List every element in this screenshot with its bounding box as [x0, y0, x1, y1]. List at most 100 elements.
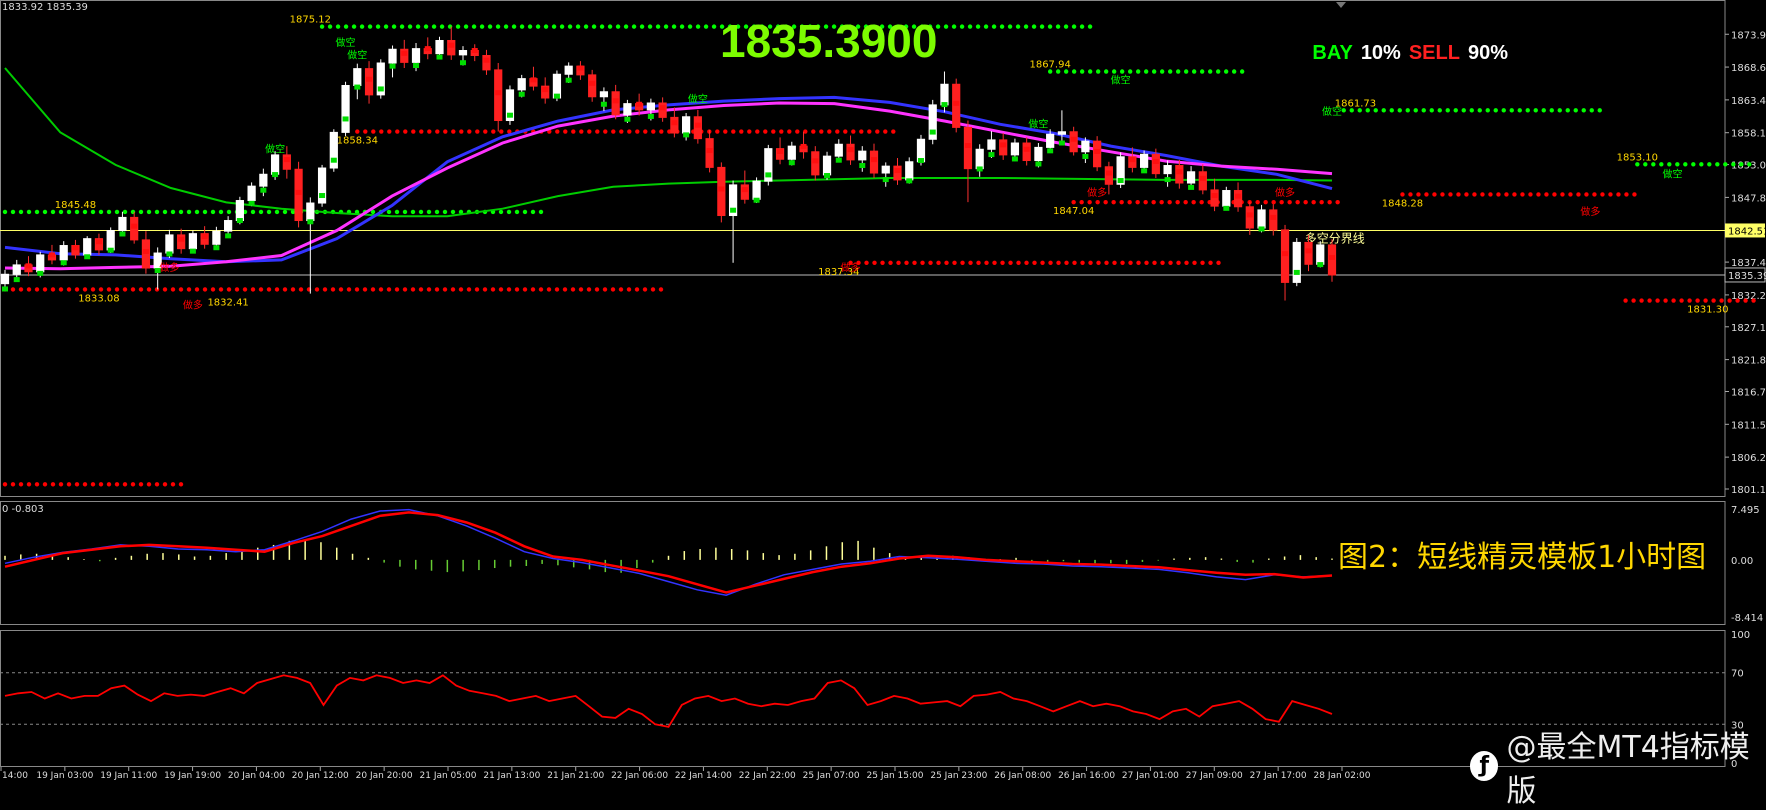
trend-ribbon-block: [1329, 254, 1335, 260]
trend-ribbon-block: [131, 223, 138, 229]
support-dot: [443, 129, 448, 134]
support-dot: [66, 482, 72, 487]
support-dot: [122, 287, 128, 292]
resistance-dot: [434, 209, 440, 215]
resistance-dot: [1509, 108, 1514, 113]
candle-body: [517, 78, 526, 91]
trend-ribbon-block: [1035, 161, 1042, 167]
trend-ribbon-block: [272, 172, 279, 178]
resistance-dot: [407, 24, 413, 29]
resistance-dot: [282, 209, 288, 215]
support-dot: [1647, 298, 1652, 303]
support-dot: [459, 129, 464, 134]
support-dot: [618, 287, 624, 292]
resistance-dot: [98, 209, 104, 215]
support-dot: [1520, 192, 1525, 197]
resistance-dot: [343, 24, 349, 29]
support-dot: [50, 287, 56, 292]
candle-body: [599, 91, 609, 98]
trend-ribbon-block: [1235, 193, 1242, 199]
support-dot: [98, 287, 104, 292]
trend-ribbon-block: [1000, 142, 1007, 148]
support-dot: [1719, 298, 1724, 303]
support-dot: [1192, 260, 1197, 265]
trend-ribbon-block: [1199, 175, 1206, 181]
resistance-dot: [951, 24, 957, 29]
candle-body: [1292, 241, 1301, 283]
candle-body: [165, 234, 174, 254]
resistance-dot: [607, 24, 613, 29]
trend-ribbon-block: [366, 76, 373, 82]
bay-percent: 10%: [1360, 42, 1401, 64]
resistance-dot: [1429, 108, 1434, 113]
support-dot: [538, 287, 544, 292]
trend-ribbon-block: [636, 101, 643, 107]
trend-ribbon-block: [800, 143, 807, 149]
support-dot: [490, 287, 496, 292]
support-dot: [1159, 199, 1164, 205]
support-dot: [1536, 192, 1541, 197]
support-dot: [202, 287, 208, 292]
candle-body: [411, 48, 421, 63]
trend-ribbon-block: [988, 152, 995, 158]
support-dot: [411, 129, 416, 134]
trend-ribbon-block: [389, 63, 396, 69]
candle-body: [235, 200, 244, 222]
trend-ribbon-block: [2, 286, 8, 292]
resistance-dot: [1111, 69, 1117, 74]
resistance-dot: [1739, 162, 1744, 167]
trend-ribbon-block: [483, 57, 490, 63]
resistance-dot: [439, 24, 445, 29]
support-dot: [1127, 199, 1132, 205]
candle-body: [975, 148, 984, 170]
resistance-dot: [1501, 108, 1506, 113]
support-dot: [563, 129, 568, 134]
support-dot: [426, 287, 432, 292]
resistance-dot: [375, 24, 381, 29]
price-axis-label: 1801.15: [1731, 485, 1766, 496]
support-dot: [944, 260, 949, 265]
resistance-dot: [114, 209, 120, 215]
support-dot: [355, 129, 360, 134]
support-dot: [1175, 199, 1180, 205]
trend-ribbon-block: [1023, 146, 1030, 152]
trend-ribbon-block: [13, 277, 20, 283]
trend-ribbon-block: [788, 160, 795, 166]
resistance-dot: [575, 24, 581, 29]
candle-body: [118, 216, 127, 232]
support-dot: [1120, 260, 1125, 265]
trend-ribbon-block: [1246, 212, 1253, 218]
trend-ribbon-block: [847, 147, 854, 153]
resistance-dot: [202, 209, 208, 215]
extreme-price-label: 1848.28: [1382, 198, 1423, 209]
support-dot: [98, 482, 104, 487]
trend-ribbon-block: [953, 100, 960, 106]
support-dot: [1168, 260, 1173, 265]
support-dot: [282, 287, 288, 292]
trade-signal-mark: 做空: [688, 92, 708, 105]
support-dot: [739, 129, 744, 134]
support-dot: [50, 482, 56, 487]
support-dot: [1552, 192, 1557, 197]
support-dot: [162, 482, 168, 487]
support-dot: [579, 129, 584, 134]
trade-signal-mark: 做空: [1111, 74, 1131, 87]
resistance-dot: [1055, 24, 1061, 29]
candle-body: [623, 103, 632, 116]
trend-ribbon-block: [1094, 148, 1101, 154]
bay-label: BAY: [1312, 42, 1353, 64]
oscillator-axis-label: 7.495: [1731, 505, 1760, 516]
candle-body: [858, 150, 867, 161]
trend-ribbon-block: [354, 84, 361, 90]
resistance-dot: [1087, 24, 1093, 29]
candle-body: [1022, 142, 1031, 162]
support-dot: [194, 287, 200, 292]
resistance-dot: [599, 24, 605, 29]
support-dot: [258, 287, 264, 292]
trend-ribbon-block: [72, 245, 79, 251]
candle-body: [740, 184, 749, 200]
trend-ribbon-block: [1141, 168, 1148, 174]
support-dot: [451, 129, 456, 134]
support-dot: [82, 287, 88, 292]
resistance-dot: [1533, 108, 1538, 113]
